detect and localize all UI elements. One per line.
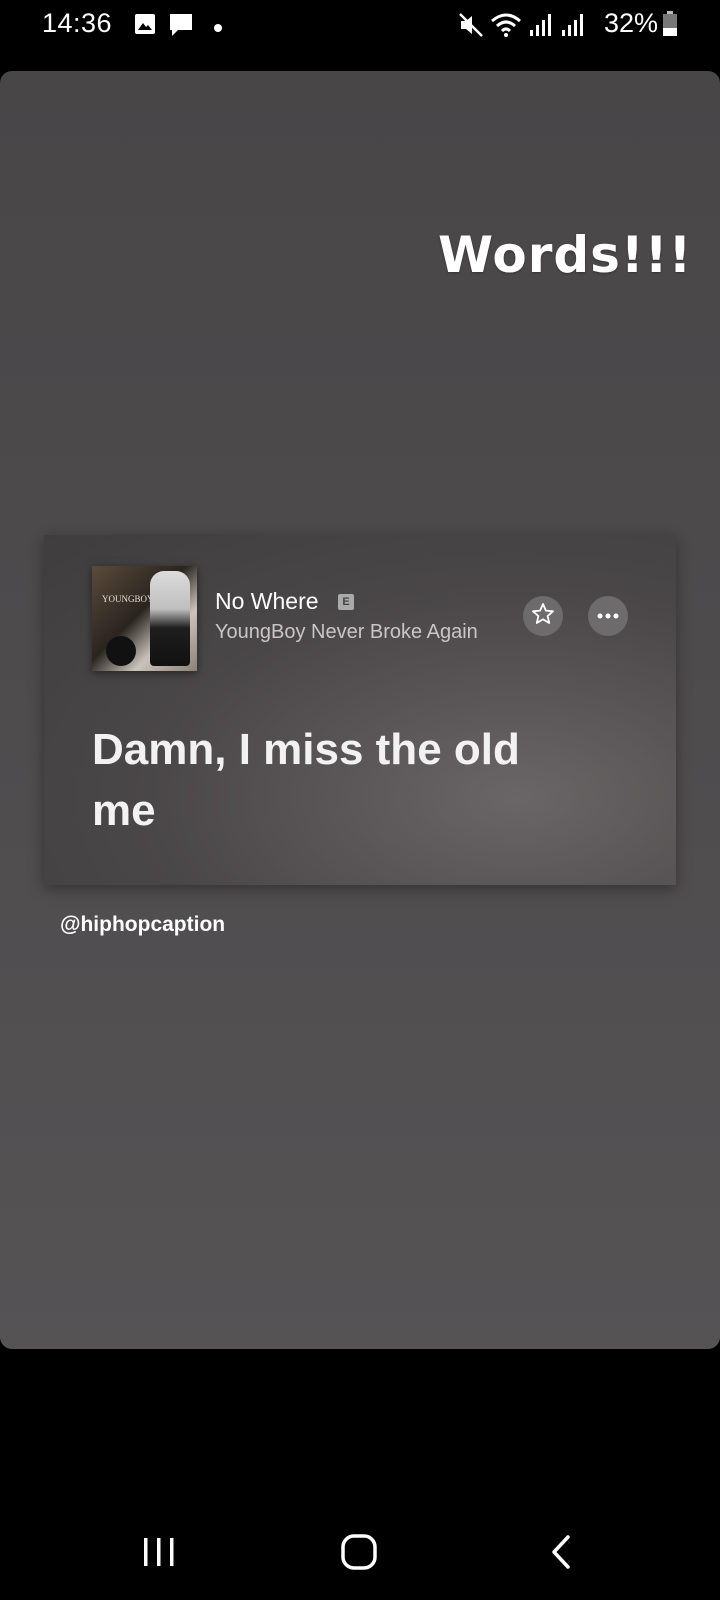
- status-bar: 14:36 32%: [0, 0, 720, 52]
- recent-apps-icon[interactable]: [142, 1536, 176, 1573]
- status-time: 14:36: [42, 8, 113, 38]
- artist-name: YoungBoy Never Broke Again: [215, 621, 478, 643]
- more-icon: [596, 607, 620, 625]
- dot-icon: [214, 19, 222, 37]
- story-caption: Words!!!: [438, 226, 693, 284]
- album-art: YOUNGBOY: [92, 566, 197, 671]
- explicit-badge: E: [338, 594, 354, 610]
- gallery-icon: [134, 13, 156, 40]
- star-icon: [531, 602, 555, 631]
- battery-percent: 32%: [604, 8, 659, 38]
- album-art-figure: [150, 571, 190, 666]
- lyric-card[interactable]: YOUNGBOY No Where E YoungBoy Never Broke…: [44, 535, 676, 885]
- story-card[interactable]: Words!!! YOUNGBOY No Where E YoungBoy Ne…: [0, 71, 720, 1349]
- signal-icon: [528, 12, 554, 43]
- back-icon[interactable]: [550, 1534, 572, 1575]
- mute-icon: [458, 12, 484, 43]
- album-art-label: YOUNGBOY: [102, 594, 154, 604]
- signal-icon-2: [560, 12, 586, 43]
- song-title: No Where: [215, 588, 319, 614]
- message-icon: [168, 12, 194, 43]
- more-options-button[interactable]: [588, 596, 628, 636]
- home-icon[interactable]: [340, 1533, 378, 1576]
- favorite-button[interactable]: [523, 596, 563, 636]
- album-art-figure-2: [106, 636, 136, 666]
- lyric-text: Damn, I miss the old me: [92, 725, 520, 835]
- battery-icon: [662, 11, 678, 42]
- wifi-icon: [490, 11, 522, 44]
- navigation-bar: [0, 1480, 720, 1600]
- account-handle[interactable]: @hiphopcaption: [60, 913, 225, 937]
